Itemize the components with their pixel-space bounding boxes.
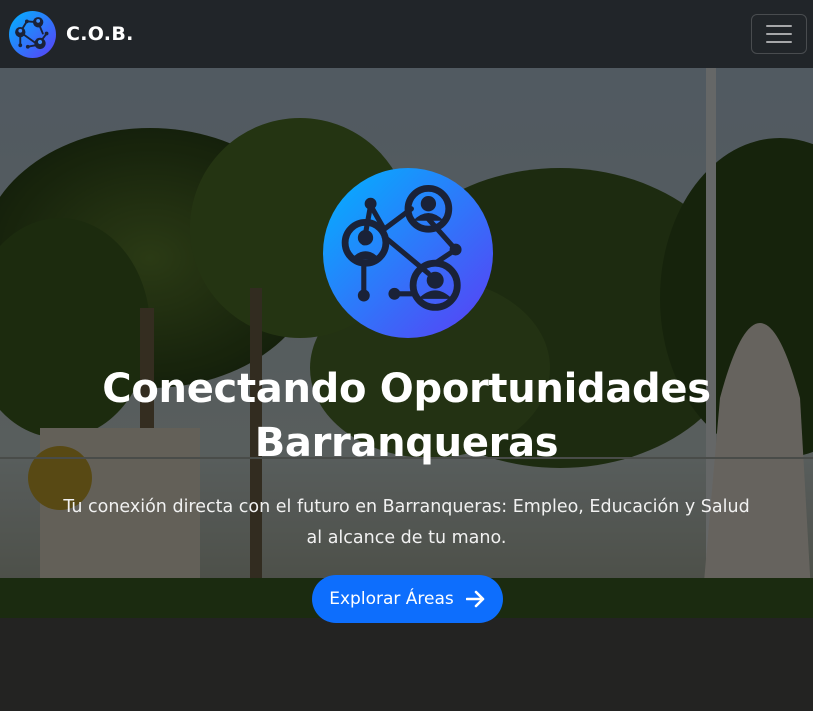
- brand-link[interactable]: C.O.B.: [9, 10, 134, 58]
- hero-title: Conectando Oportunidades Barranqueras: [102, 366, 711, 466]
- explore-areas-button[interactable]: Explorar Áreas: [312, 575, 503, 623]
- navbar: C.O.B.: [0, 0, 813, 68]
- navbar-toggle-button[interactable]: [751, 14, 807, 54]
- arrow-right-icon: [465, 590, 485, 608]
- hero-section: Conectando Oportunidades Barranqueras Tu…: [0, 68, 813, 711]
- hamburger-menu-icon: [766, 25, 792, 27]
- network-people-icon: [323, 168, 493, 338]
- explore-areas-label: Explorar Áreas: [329, 589, 454, 609]
- hero-subtitle: Tu conexión directa con el futuro en Bar…: [63, 497, 750, 548]
- network-people-icon: [9, 10, 56, 58]
- brand-name: C.O.B.: [66, 23, 134, 45]
- hero-content: Conectando Oportunidades Barranqueras Tu…: [0, 68, 813, 711]
